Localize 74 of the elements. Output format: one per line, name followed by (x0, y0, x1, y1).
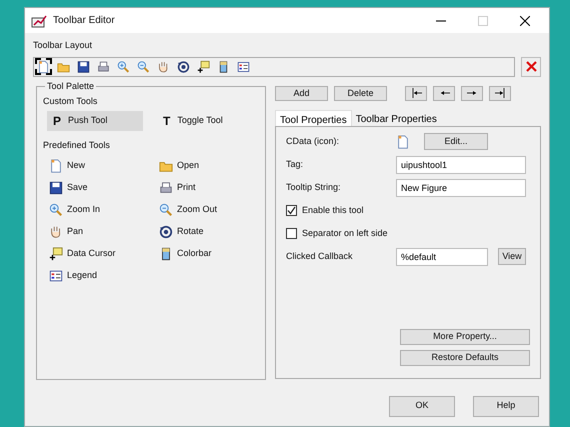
move-first-button[interactable] (405, 86, 427, 100)
dialog-button[interactable]: Help (473, 396, 539, 416)
tab[interactable]: Tool Properties (275, 110, 352, 126)
palette-tool[interactable]: Zoom Out (159, 202, 269, 218)
page-icon (396, 134, 410, 148)
page-icon (37, 60, 50, 74)
zoom-out-icon (159, 203, 173, 217)
zoom-out-icon (137, 60, 150, 74)
palette-tool[interactable]: P Push Tool (47, 111, 143, 131)
remove-button[interactable] (521, 56, 541, 76)
palette-tool[interactable]: New (49, 158, 159, 174)
move-left-button[interactable] (433, 86, 455, 100)
group-heading: Custom Tools (43, 94, 98, 108)
view-button[interactable]: View (498, 248, 526, 265)
restore-defaults-button[interactable]: Restore Defaults (400, 350, 530, 366)
toolbar-item[interactable] (195, 58, 212, 75)
data-cursor-icon (49, 247, 63, 261)
close-icon (526, 61, 536, 72)
tag-field[interactable]: uipushtool1 (396, 156, 526, 174)
checkbox[interactable] (286, 205, 297, 216)
folder-icon (159, 159, 173, 173)
move-last-icon (494, 87, 506, 100)
app-icon (31, 14, 47, 28)
tooltip-field[interactable]: New Figure (396, 178, 526, 196)
legend-icon (49, 269, 63, 283)
tab[interactable]: Toolbar Properties (352, 110, 441, 126)
field-label: Clicked Callback (286, 250, 354, 263)
palette-tool[interactable]: Legend (49, 268, 159, 284)
checkbox-label: Enable this tool (302, 204, 364, 217)
colorbar-icon (217, 60, 230, 74)
data-cursor-icon (197, 60, 210, 74)
palette-tool[interactable]: Zoom In (49, 202, 159, 218)
palette-tool[interactable]: Rotate (159, 224, 269, 240)
action-button[interactable]: Add (275, 86, 328, 100)
floppy-icon (77, 60, 90, 74)
section-label: Toolbar Layout (33, 39, 94, 52)
checkbox[interactable] (286, 228, 297, 239)
more-property-button[interactable]: More Property... (400, 328, 530, 344)
zoom-in-icon (117, 60, 130, 74)
callback-field[interactable]: %default (396, 248, 488, 266)
palette-tool[interactable]: Pan (49, 224, 159, 240)
palette-tool[interactable]: Data Cursor (49, 246, 159, 262)
move-right-button[interactable] (461, 86, 483, 100)
colorbar-icon (159, 247, 173, 261)
move-first-icon (410, 87, 422, 100)
close-icon (520, 16, 530, 26)
palette-tool[interactable]: Save (49, 180, 159, 196)
hand-icon (49, 225, 63, 239)
field-label: Tooltip String: (286, 180, 342, 194)
rotate-icon (177, 60, 190, 74)
zoom-in-icon (49, 203, 63, 217)
printer-icon (159, 181, 173, 195)
action-button[interactable]: Delete (334, 86, 387, 100)
printer-icon (97, 60, 110, 74)
floppy-icon (49, 181, 63, 195)
window-title: Toolbar Editor (53, 14, 116, 28)
edit-button[interactable]: Edit... (424, 133, 488, 150)
page-icon (49, 159, 63, 173)
toolbar-item[interactable] (35, 58, 52, 75)
maximize-icon (478, 16, 488, 26)
dialog-button[interactable]: OK (389, 396, 455, 416)
palette-tool[interactable]: Open (159, 158, 269, 174)
legend-icon (237, 60, 250, 74)
palette-tool[interactable]: Colorbar (159, 246, 269, 262)
checkbox-label: Separator on left side (302, 226, 388, 240)
palette-tool[interactable]: Print (159, 180, 269, 196)
field-label: Tag: (286, 158, 304, 171)
field-label: CData (icon): (286, 134, 340, 148)
checkmark-icon (287, 206, 296, 215)
move-last-button[interactable] (489, 86, 511, 100)
palette-tool[interactable]: T Toggle Tool (157, 111, 253, 131)
rotate-icon (159, 225, 173, 239)
group-heading: Predefined Tools (43, 139, 110, 152)
hand-icon (157, 60, 170, 74)
